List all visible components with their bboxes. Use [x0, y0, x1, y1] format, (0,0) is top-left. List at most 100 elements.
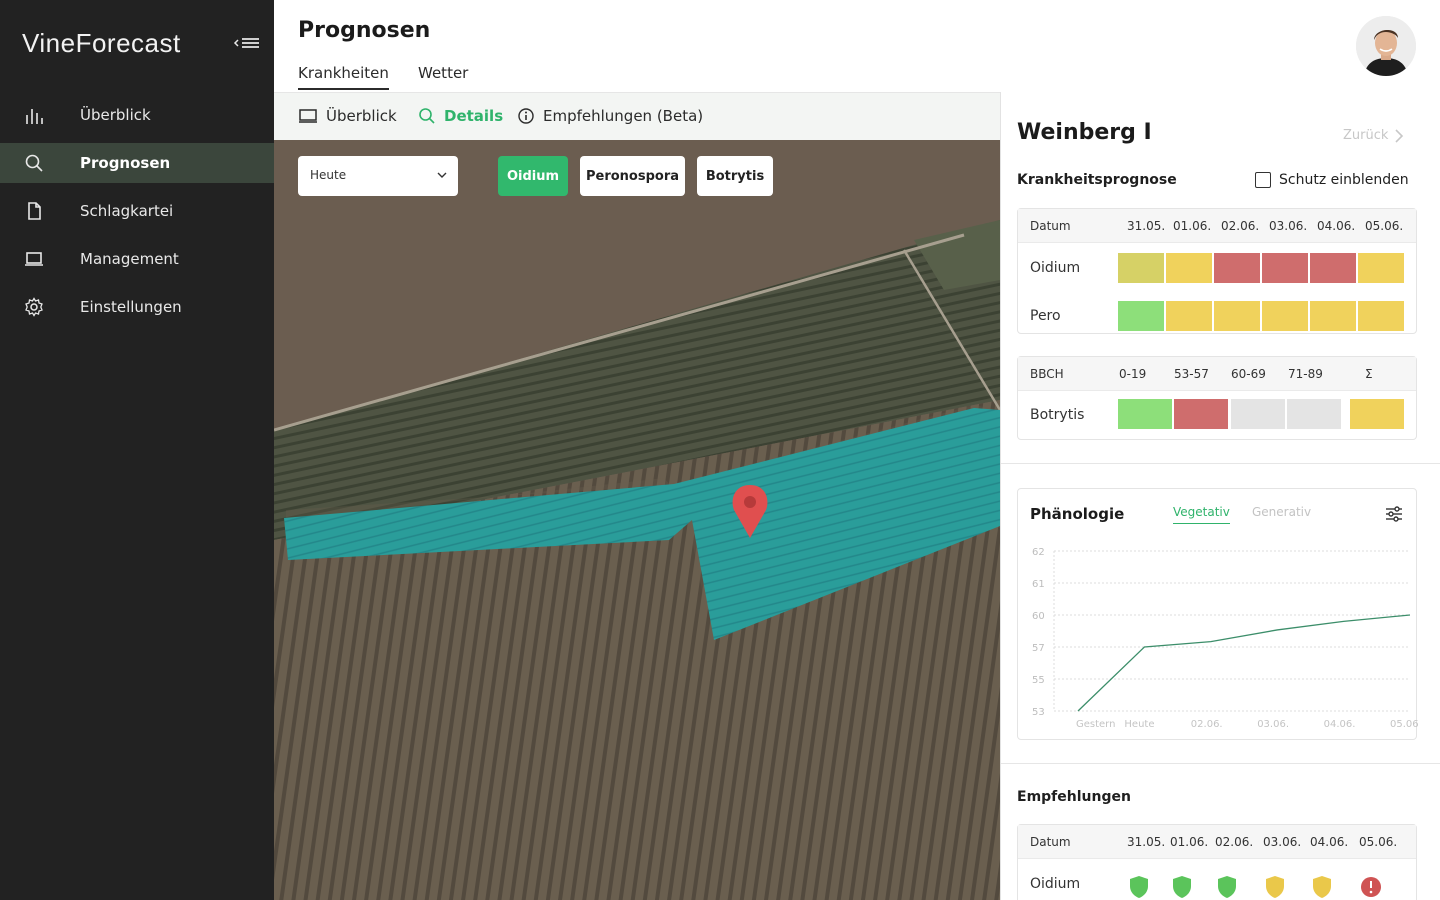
risk-cell-yellow [1214, 301, 1260, 331]
x-tick-label: Gestern [1076, 719, 1115, 730]
table-header: BBCH 0-19 53-57 60-69 71-89 Σ [1018, 357, 1416, 391]
recommendations-table: Datum 31.05. 01.06. 02.06. 03.06. 04.06.… [1017, 824, 1417, 900]
date-header: 01.06. [1170, 835, 1209, 849]
subtab-label: Details [444, 107, 504, 125]
risk-cell-yellow [1262, 301, 1308, 331]
stage-header: 60-69 [1231, 367, 1266, 381]
risk-cell-yellow [1358, 253, 1404, 283]
day-select-value: Heute [310, 168, 347, 182]
field-detail-panel: Weinberg I Zurück Krankheitsprognose Sch… [1000, 92, 1440, 900]
series-line [1077, 614, 1411, 712]
phenology-title: Phänologie [1030, 505, 1125, 523]
date-header: 04.06. [1310, 835, 1349, 849]
risk-cell-grey [1287, 399, 1341, 429]
date-header: 03.06. [1269, 219, 1308, 233]
x-tick-label: 02.06. [1191, 719, 1223, 730]
stage-header: Σ [1365, 367, 1373, 381]
user-avatar-image [1356, 16, 1416, 76]
x-tick-label: Heute [1124, 719, 1154, 730]
sidebar-item-label: Prognosen [80, 154, 171, 172]
back-label: Zurück [1343, 128, 1389, 143]
column-label-bbch: BBCH [1030, 367, 1064, 381]
view-toolbar: Überblick Details Empfehlungen (Beta) [274, 92, 1000, 140]
risk-cell-yellow [1166, 301, 1212, 331]
subtab-empfehlungen[interactable]: Empfehlungen (Beta) [517, 107, 703, 125]
tab-generativ[interactable]: Generativ [1252, 505, 1311, 519]
risk-cell-olive [1118, 253, 1164, 283]
date-header: 02.06. [1215, 835, 1254, 849]
y-tick-label: 53 [1032, 707, 1045, 718]
risk-cell-yellow [1358, 301, 1404, 331]
chevron-down-icon [437, 172, 447, 178]
document-icon [28, 202, 41, 220]
tab-wetter[interactable]: Wetter [418, 64, 468, 88]
x-tick-label: 03.06. [1257, 719, 1289, 730]
back-link[interactable]: Zurück [1343, 128, 1404, 143]
bbch-table: BBCH 0-19 53-57 60-69 71-89 Σ Botrytis [1017, 356, 1417, 440]
avatar[interactable] [1356, 16, 1416, 76]
satellite-map[interactable]: Heute Oidium Peronospora Botrytis [274, 140, 1000, 900]
sidebar-item-einstellungen[interactable]: Einstellungen [0, 287, 274, 327]
tab-vegetativ[interactable]: Vegetativ [1173, 505, 1230, 524]
risk-cell-green [1118, 399, 1172, 429]
map-imagery [274, 140, 1000, 900]
field-title: Weinberg I [1017, 120, 1152, 145]
top-header: Prognosen Krankheiten Wetter [274, 0, 1440, 92]
info-icon [518, 108, 534, 124]
shield-icon [1313, 876, 1331, 898]
risk-cell-red [1174, 399, 1228, 429]
risk-cell-yellow [1310, 301, 1356, 331]
filter-oidium-button[interactable]: Oidium [498, 156, 568, 196]
risk-cell-red [1214, 253, 1260, 283]
date-header: 05.06. [1359, 835, 1398, 849]
row-label-oidium: Oidium [1030, 260, 1081, 276]
filter-botrytis-button[interactable]: Botrytis [697, 156, 773, 196]
y-tick-label: 57 [1032, 643, 1045, 654]
sidebar-item-label: Einstellungen [80, 298, 182, 316]
protect-checkbox[interactable]: Schutz einblenden [1255, 172, 1409, 188]
sidebar-item-label: Management [80, 250, 179, 268]
filter-peronospora-button[interactable]: Peronospora [580, 156, 685, 196]
sidebar: VineForecast Überblick Prognosen Schlagk… [0, 0, 274, 900]
row-label-pero: Pero [1030, 308, 1061, 324]
sidebar-item-management[interactable]: Management [0, 239, 274, 279]
laptop-icon [25, 252, 43, 266]
subtab-ueberblick[interactable]: Überblick [298, 107, 397, 125]
phenology-line-chart: 53 55 57 60 61 62 Gestern Heute 02.06. 03.06. 04.0… [1032, 547, 1418, 730]
y-tick-label: 62 [1032, 547, 1045, 558]
app-logo: VineForecast [22, 28, 181, 58]
shield-icon [1130, 876, 1148, 898]
row-label-oidium: Oidium [1030, 876, 1081, 892]
date-header: 03.06. [1263, 835, 1302, 849]
sidebar-item-prognosen[interactable]: Prognosen [0, 143, 274, 183]
collapse-menu-icon[interactable] [233, 34, 261, 54]
search-icon [25, 154, 43, 172]
stage-header: 71-89 [1288, 367, 1323, 381]
recommendations-heading: Empfehlungen [1017, 789, 1131, 805]
protect-label: Schutz einblenden [1279, 172, 1409, 188]
day-select[interactable]: Heute [298, 156, 458, 196]
date-header: 05.06. [1365, 219, 1404, 233]
date-header: 04.06. [1317, 219, 1356, 233]
risk-cell-red [1262, 253, 1308, 283]
shield-icon [1266, 876, 1284, 898]
sidebar-item-ueberblick[interactable]: Überblick [0, 95, 274, 135]
subtab-label: Empfehlungen (Beta) [543, 107, 704, 125]
column-label-datum: Datum [1030, 835, 1071, 849]
shield-icon [1218, 876, 1236, 898]
chevron-right-icon [1395, 128, 1404, 143]
alert-icon [1361, 877, 1381, 897]
table-header: Datum 31.05. 01.06. 02.06. 03.06. 04.06.… [1018, 209, 1416, 243]
gear-icon [25, 297, 43, 317]
y-tick-label: 55 [1032, 675, 1045, 686]
table-header: Datum 31.05. 01.06. 02.06. 03.06. 04.06.… [1018, 825, 1416, 859]
search-icon [419, 108, 435, 124]
subtab-details[interactable]: Details [418, 107, 503, 125]
stage-header: 53-57 [1174, 367, 1209, 381]
risk-cell-yellow [1166, 253, 1212, 283]
sidebar-item-schlagkartei[interactable]: Schlagkartei [0, 191, 274, 231]
risk-cell-red [1310, 253, 1356, 283]
checkbox-box [1255, 172, 1271, 188]
filter-settings-icon[interactable] [1384, 505, 1404, 523]
tab-krankheiten[interactable]: Krankheiten [298, 64, 389, 90]
